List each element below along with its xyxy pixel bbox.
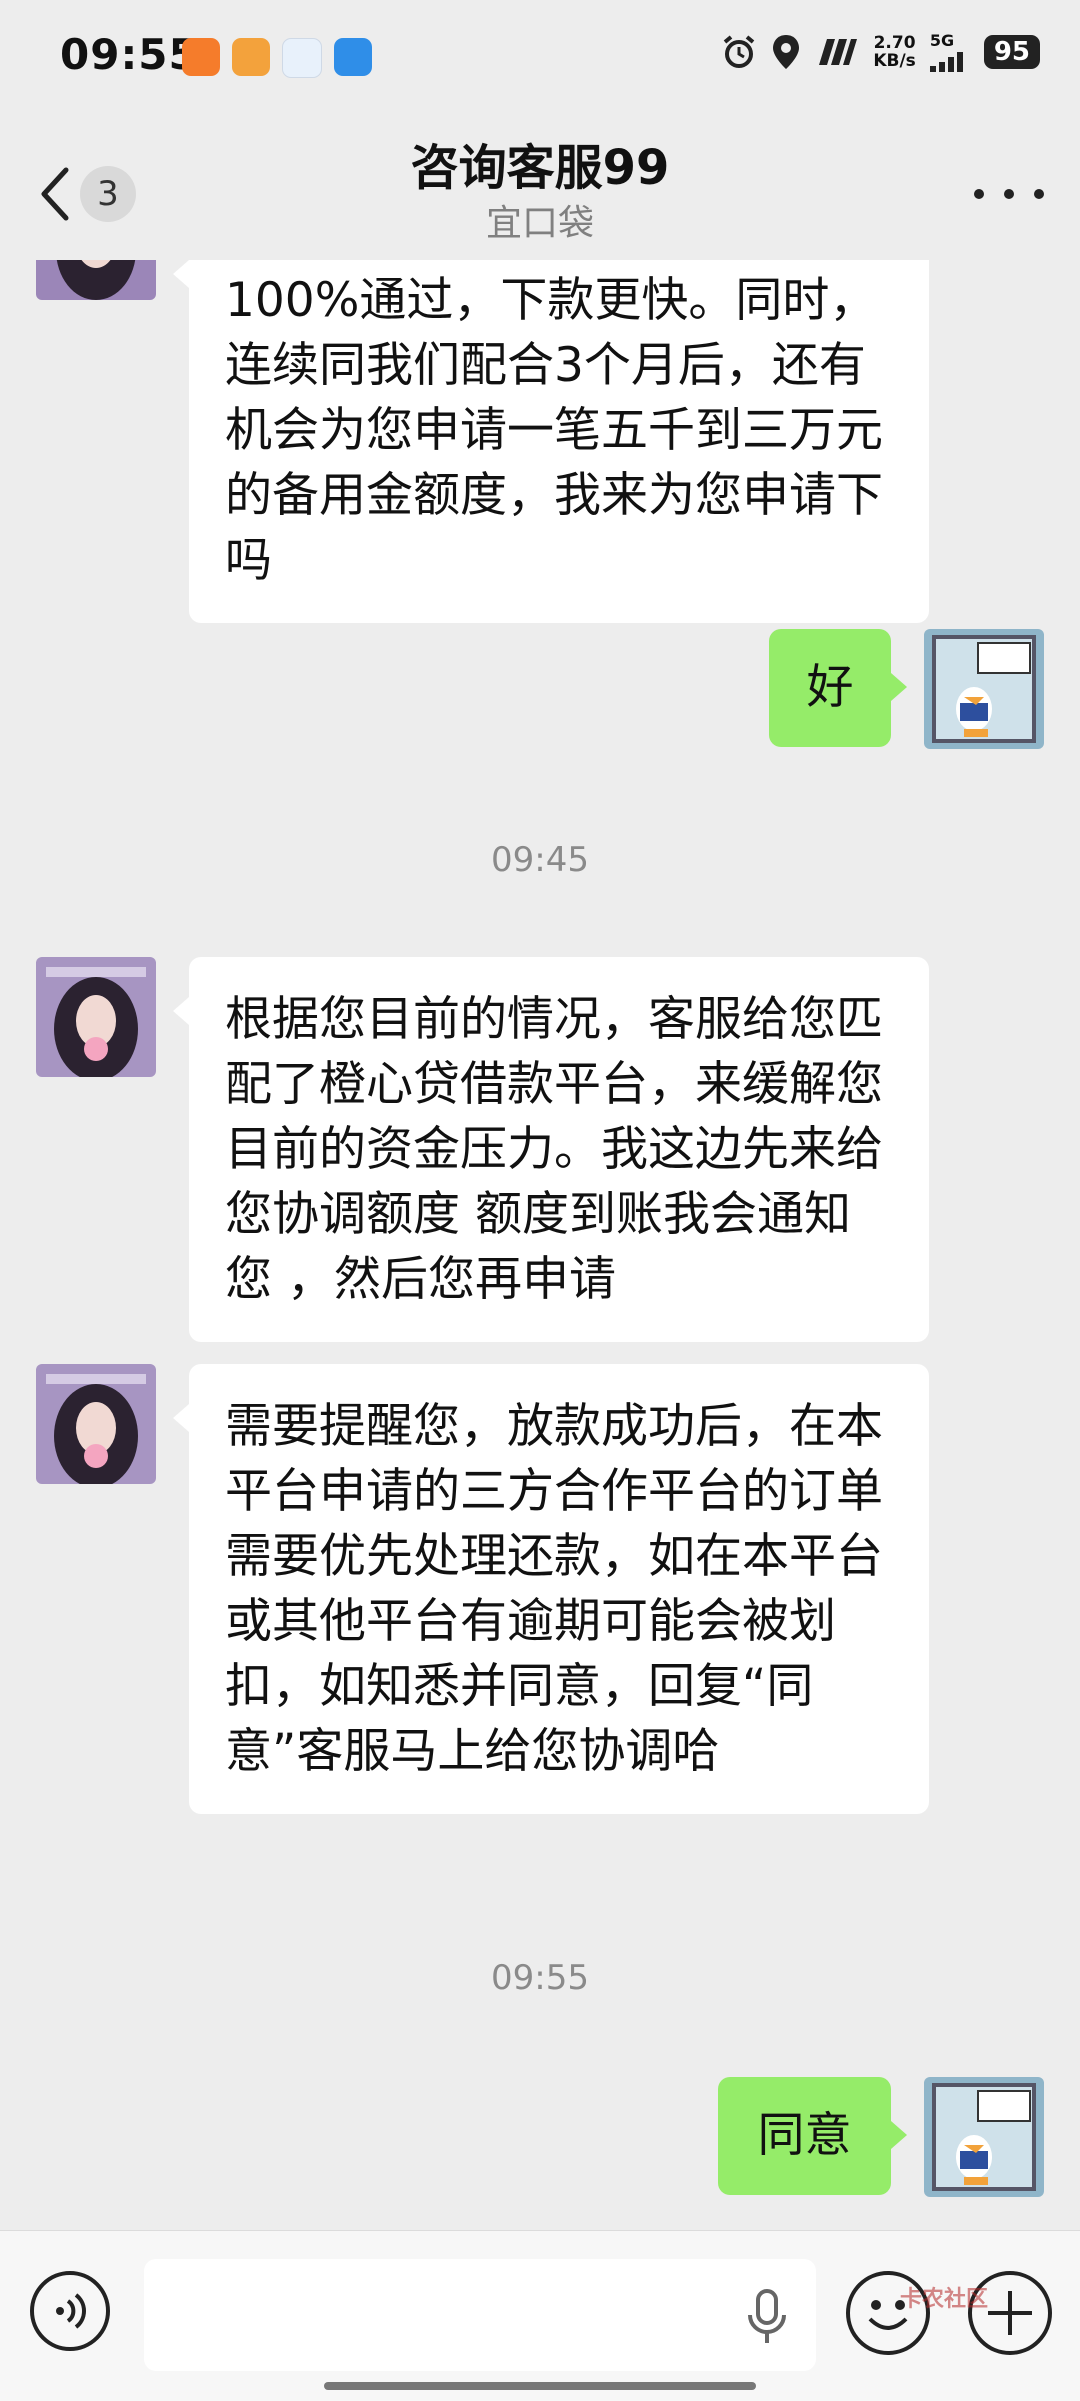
location-icon [773, 35, 800, 69]
signal-icon [929, 52, 963, 72]
incoming-message[interactable]: 根据您目前的情况，客服给您匹配了橙心贷借款平台，来缓解您目前的资金压力。我这边先… [173, 957, 929, 1342]
chat-header: 3 咨询客服99 宜口袋 [0, 120, 1080, 260]
notification-icons [182, 38, 372, 78]
input-bar: 卡农社区 [0, 2230, 1080, 2401]
more-options-button[interactable] [974, 174, 1044, 214]
outgoing-message[interactable]: 同意 [718, 2077, 907, 2195]
user-avatar[interactable] [924, 2077, 1044, 2197]
chat-title: 咨询客服99 [410, 140, 670, 196]
watermark-logo: 卡农社区 [900, 2287, 989, 2312]
message-list[interactable]: 100%通过，下款更快。同时，连续同我们配合3个月后，还有机会为您申请一笔五千到… [0, 260, 1080, 2230]
message-app-icon [282, 38, 322, 78]
home-indicator[interactable] [324, 2382, 756, 2390]
dot-icon [974, 189, 984, 199]
status-indicators: 2.70 KB/s 5G 95 [721, 32, 1040, 72]
microphone-icon[interactable] [744, 2289, 790, 2345]
status-bar: 09:55 2.70 KB/s 5G 95 [0, 0, 1080, 120]
contact-avatar[interactable] [36, 1364, 156, 1484]
browser-app-icon [334, 38, 372, 76]
incoming-message[interactable]: 需要提醒您，放款成功后，在本平台申请的三方合作平台的订单需要优先处理还款，如在本… [173, 1364, 929, 1814]
message-text: 需要提醒您，放款成功后，在本平台申请的三方合作平台的订单需要优先处理还款，如在本… [225, 1399, 883, 1779]
message-timestamp: 09:45 [491, 840, 589, 880]
voice-icon [56, 2293, 86, 2329]
contact-avatar[interactable] [36, 957, 156, 1077]
user-avatar[interactable] [924, 629, 1044, 749]
nfc-icon [819, 39, 858, 65]
chat-subtitle: 宜口袋 [485, 203, 594, 244]
message-text: 好 [806, 660, 854, 715]
message-timestamp: 09:55 [491, 1958, 589, 1998]
battery-level: 95 [983, 35, 1040, 69]
incoming-message[interactable]: 100%通过，下款更快。同时，连续同我们配合3个月后，还有机会为您申请一笔五千到… [173, 260, 929, 623]
outgoing-message[interactable]: 好 [769, 629, 907, 747]
dot-icon [1034, 189, 1044, 199]
alarm-icon [724, 35, 755, 68]
status-time: 09:55 [60, 30, 199, 79]
message-text: 100%通过，下款更快。同时，连续同我们配合3个月后，还有机会为您申请一笔五千到… [225, 273, 883, 588]
bank-app-icon [232, 38, 270, 76]
dot-icon [1004, 189, 1014, 199]
voice-input-button[interactable] [30, 2271, 110, 2351]
contact-avatar[interactable] [36, 260, 156, 300]
message-input[interactable] [144, 2259, 816, 2371]
network-type: 5G [929, 31, 955, 50]
message-text: 同意 [757, 2108, 852, 2163]
network-speed: 2.70 KB/s [873, 33, 916, 71]
message-text: 根据您目前的情况，客服给您匹配了橙心贷借款平台，来缓解您目前的资金压力。我这边先… [225, 992, 883, 1307]
phone-app-icon [182, 38, 220, 76]
signal-indicator: 5G [929, 31, 970, 72]
